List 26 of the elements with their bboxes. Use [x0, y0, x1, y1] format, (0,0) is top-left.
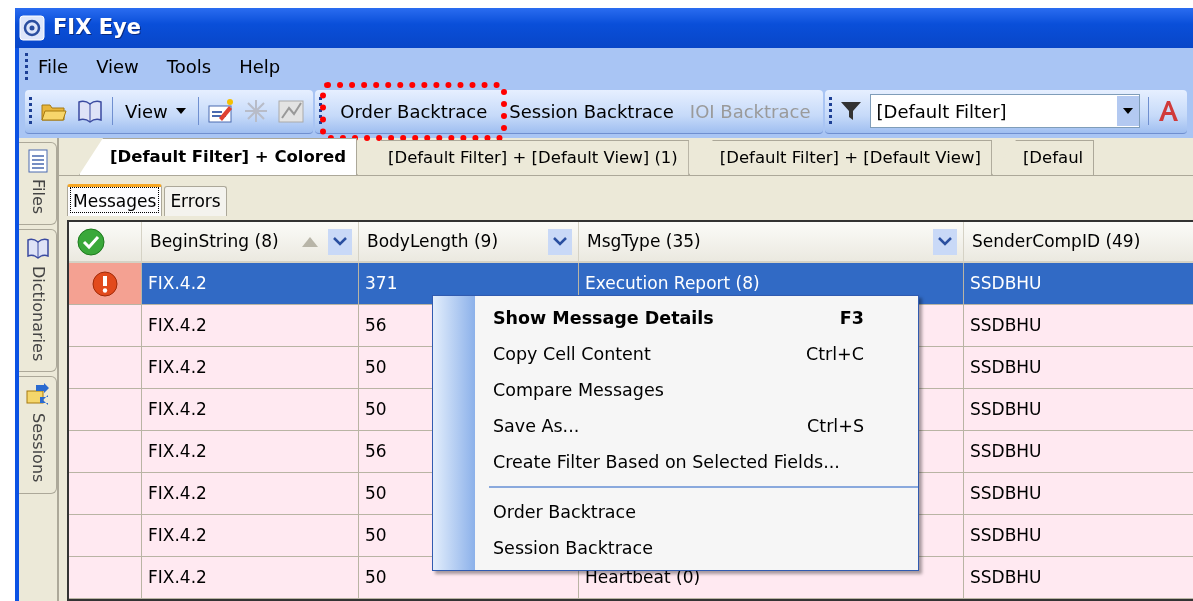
table-cell-text: SSDBHU: [970, 439, 1042, 463]
table-cell-text: 50: [365, 481, 387, 505]
table-cell-text: SSDBHU: [970, 481, 1042, 505]
table-cell-text: FIX.4.2: [148, 481, 207, 505]
table-cell-text: 50: [365, 565, 387, 589]
table-cell-text: FIX.4.2: [148, 565, 207, 589]
table-cell-text: FIX.4.2: [148, 439, 207, 463]
table-cell-text: FIX.4.2: [148, 271, 207, 295]
table-cell-text: SSDBHU: [970, 355, 1042, 379]
table-cell-text: SSDBHU: [970, 523, 1042, 547]
table-cell-text: SSDBHU: [970, 565, 1042, 589]
table-cell-text: 56: [365, 439, 387, 463]
table-cell-text: 371: [365, 271, 398, 295]
table-cell-text: SSDBHU: [970, 313, 1042, 337]
table-cell-text: FIX.4.2: [148, 313, 207, 337]
window-title: FIX Eye: [53, 14, 141, 42]
table-cell-text: FIX.4.2: [148, 523, 207, 547]
table-cell-text: FIX.4.2: [148, 397, 207, 421]
table-cell-text: 50: [365, 397, 387, 421]
table-cell-text: 50: [365, 523, 387, 547]
table-cell-text: 56: [365, 313, 387, 337]
table-cell-text: 50: [365, 355, 387, 379]
table-cell-text: SSDBHU: [970, 397, 1042, 421]
table-cell-text: Execution Report (8): [585, 271, 760, 295]
table-cell-text: SSDBHU: [970, 271, 1042, 295]
table-cell-text: FIX.4.2: [148, 355, 207, 379]
